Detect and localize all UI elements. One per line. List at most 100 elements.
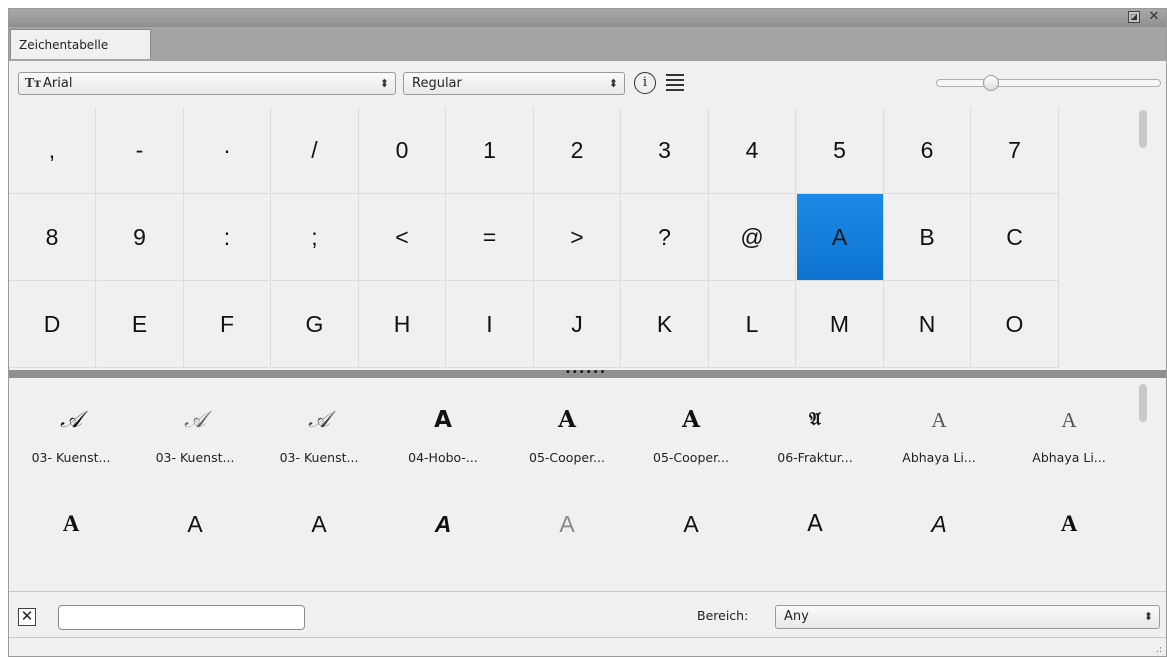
font-sample: A: [683, 511, 699, 537]
font-list-item[interactable]: A 05-Cooper...: [505, 400, 629, 468]
glyph-cell[interactable]: 3: [621, 107, 709, 194]
glyph-cell[interactable]: G: [271, 281, 359, 368]
clear-search-icon[interactable]: ✕: [18, 608, 36, 626]
glyphs-panel: ◪ ✕ Zeichentabelle Tт Arial ⬍ Regular ⬍ …: [8, 8, 1167, 657]
font-list-item[interactable]: A: [1007, 504, 1131, 544]
glyph-cell[interactable]: K: [621, 281, 709, 368]
range-label: Bereich:: [697, 608, 749, 623]
select-arrows-icon: ⬍: [1143, 610, 1153, 623]
select-arrows-icon: ⬍: [379, 77, 389, 90]
glyph-cell[interactable]: C: [971, 194, 1059, 281]
glyph-cell[interactable]: ·: [184, 107, 271, 194]
resize-grip-icon[interactable]: .:: [1156, 646, 1162, 655]
list-view-icon[interactable]: [666, 74, 684, 91]
glyph-cell[interactable]: J: [534, 281, 621, 368]
font-list-item[interactable]: A 04-Hobo-...: [381, 400, 505, 468]
float-panel-icon[interactable]: ◪: [1128, 11, 1140, 23]
font-list-item[interactable]: A: [133, 504, 257, 544]
glyph-cell[interactable]: 0: [359, 107, 446, 194]
tab-zeichentabelle[interactable]: Zeichentabelle: [10, 29, 151, 59]
font-style-value: Regular: [412, 76, 462, 91]
close-icon[interactable]: ✕: [1148, 10, 1160, 23]
glyph-cell[interactable]: ?: [621, 194, 709, 281]
glyph-cell[interactable]: 4: [709, 107, 796, 194]
font-sample: A: [311, 511, 327, 537]
font-sample: 𝒜: [184, 407, 206, 433]
bottom-bar: ✕ Bereich: Any ⬍: [9, 591, 1166, 637]
font-family-select[interactable]: Tт Arial ⬍: [18, 72, 396, 95]
font-sample: A: [187, 511, 203, 537]
font-name: 03- Kuenst...: [31, 450, 111, 465]
panel-titlebar[interactable]: ◪ ✕: [9, 9, 1166, 27]
status-bar: .:: [9, 637, 1166, 656]
glyph-cell[interactable]: N: [884, 281, 971, 368]
glyph-cell[interactable]: D: [9, 281, 96, 368]
glyph-cell[interactable]: 8: [9, 194, 96, 281]
glyph-cell[interactable]: 7: [971, 107, 1059, 194]
glyph-cell[interactable]: -: [96, 107, 184, 194]
font-list-item[interactable]: A Abhaya Li...: [877, 400, 1001, 468]
glyph-cell[interactable]: L: [709, 281, 796, 368]
font-list-item[interactable]: A 05-Cooper...: [629, 400, 753, 468]
glyph-cell[interactable]: <: [359, 194, 446, 281]
font-list-item[interactable]: 𝔄 06-Fraktur...: [753, 400, 877, 468]
tab-strip: Zeichentabelle: [9, 27, 1166, 61]
font-list-item[interactable]: A: [629, 504, 753, 544]
font-sample: 𝔄: [809, 409, 821, 430]
font-list-item[interactable]: 𝒜 03- Kuenst...: [9, 400, 133, 468]
glyph-cell[interactable]: ,: [9, 107, 96, 194]
font-list-item[interactable]: A: [9, 504, 133, 544]
glyph-cell[interactable]: 6: [884, 107, 971, 194]
font-sample: A: [434, 511, 452, 537]
glyph-cell[interactable]: O: [971, 281, 1059, 368]
glyph-grid-scrollbar[interactable]: [1139, 110, 1147, 148]
font-sample: A: [1060, 511, 1078, 536]
glyph-cell[interactable]: ;: [271, 194, 359, 281]
glyph-cell[interactable]: 1: [446, 107, 534, 194]
glyph-cell[interactable]: 2: [534, 107, 621, 194]
range-select[interactable]: Any ⬍: [775, 605, 1160, 629]
font-style-select[interactable]: Regular ⬍: [403, 72, 625, 95]
toolbar: Tт Arial ⬍ Regular ⬍ i: [9, 61, 1166, 105]
glyph-cell[interactable]: B: [884, 194, 971, 281]
glyph-cell[interactable]: E: [96, 281, 184, 368]
glyph-cell[interactable]: M: [796, 281, 884, 368]
font-list-item[interactable]: A: [257, 504, 381, 544]
glyph-cell[interactable]: F: [184, 281, 271, 368]
font-list-item[interactable]: A: [381, 504, 505, 544]
glyph-size-slider[interactable]: [936, 75, 1161, 91]
font-name: Abhaya Li...: [902, 450, 976, 465]
font-grid: 𝒜 03- Kuenst... 𝒜 03- Kuenst... 𝒜 03- Kuenst.…: [9, 378, 1151, 591]
font-list-item[interactable]: 𝒜 03- Kuenst...: [133, 400, 257, 468]
font-grid-scrollbar[interactable]: [1139, 384, 1147, 422]
font-type-icon: Tт: [25, 76, 42, 90]
font-sample: A: [931, 408, 947, 432]
glyph-cell[interactable]: A: [796, 194, 884, 281]
search-input[interactable]: [58, 605, 305, 630]
font-sample: A: [558, 406, 576, 433]
font-list-item[interactable]: 𝒜 03- Kuenst...: [257, 400, 381, 468]
font-list-item[interactable]: A: [753, 504, 877, 544]
info-icon[interactable]: i: [634, 72, 656, 94]
font-family-value: Arial: [43, 76, 73, 91]
font-sample: A: [559, 511, 575, 537]
range-value: Any: [784, 609, 809, 624]
font-list-item[interactable]: A: [877, 504, 1001, 544]
font-list-item[interactable]: A: [505, 504, 629, 544]
glyph-cell[interactable]: =: [446, 194, 534, 281]
divider-grip-icon[interactable]: ••••••: [565, 368, 606, 378]
glyph-cell[interactable]: /: [271, 107, 359, 194]
font-name: 05-Cooper...: [653, 450, 729, 465]
glyph-cell[interactable]: @: [709, 194, 796, 281]
glyph-cell[interactable]: 5: [796, 107, 884, 194]
glyph-cell[interactable]: 9: [96, 194, 184, 281]
slider-knob[interactable]: [983, 75, 999, 91]
font-list-item[interactable]: A Abhaya Li...: [1007, 400, 1131, 468]
glyph-grid: , - ·/0 1 2 3 4 5 6 7 8 9:; < = >? @ A B C D E F G H I J K L M N O: [9, 106, 1151, 370]
glyph-cell[interactable]: :: [184, 194, 271, 281]
pane-divider[interactable]: ••••••: [9, 368, 1166, 378]
glyph-cell[interactable]: I: [446, 281, 534, 368]
font-sample: 𝒜: [60, 407, 82, 433]
glyph-cell[interactable]: H: [359, 281, 446, 368]
glyph-cell[interactable]: >: [534, 194, 621, 281]
